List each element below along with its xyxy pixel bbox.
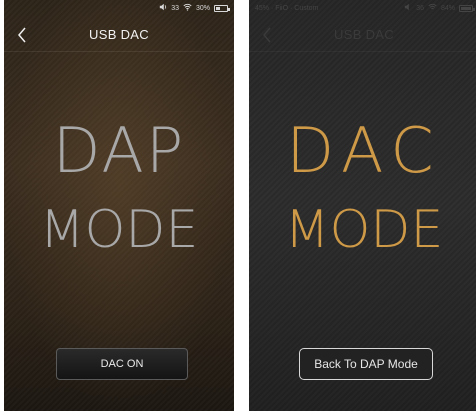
back-to-dap-mode-button[interactable]: Back To DAP Mode [299, 348, 433, 380]
dac-mode-screen: 45% · FiiO · Custom 36 84% USB DAC DAC M… [249, 0, 476, 411]
mode-heading-line2: MODE [284, 200, 444, 260]
page-title: USB DAC [334, 27, 394, 42]
battery-icon [459, 4, 475, 12]
status-bar: 33 30% [4, 0, 234, 16]
volume-level: 33 [171, 4, 179, 12]
status-bar: 45% · FiiO · Custom 36 84% [249, 0, 476, 16]
mode-heading-line1: DAP [52, 114, 186, 187]
volume-level: 36 [416, 4, 424, 12]
volume-icon [159, 3, 167, 13]
status-left-text: 45% · FiiO · Custom [255, 4, 319, 12]
dap-mode-screen: 33 30% USB DAC DAP MODE DAC ON [4, 0, 234, 411]
title-bar: USB DAC [4, 18, 234, 52]
title-bar: USB DAC [249, 18, 476, 52]
battery-percent: 84% [440, 4, 455, 12]
dac-on-button[interactable]: DAC ON [56, 348, 188, 380]
wifi-icon [183, 3, 192, 13]
back-button[interactable] [12, 24, 32, 46]
mode-heading-line2: MODE [39, 200, 199, 260]
page-title: USB DAC [89, 27, 149, 42]
chevron-left-icon [263, 27, 271, 43]
battery-percent: 30% [195, 4, 210, 12]
mode-heading-line1: DAC [286, 114, 442, 187]
chevron-left-icon [18, 27, 26, 43]
wifi-icon [428, 3, 437, 13]
volume-icon [404, 3, 412, 13]
back-button[interactable] [257, 24, 277, 46]
battery-icon [214, 4, 230, 12]
